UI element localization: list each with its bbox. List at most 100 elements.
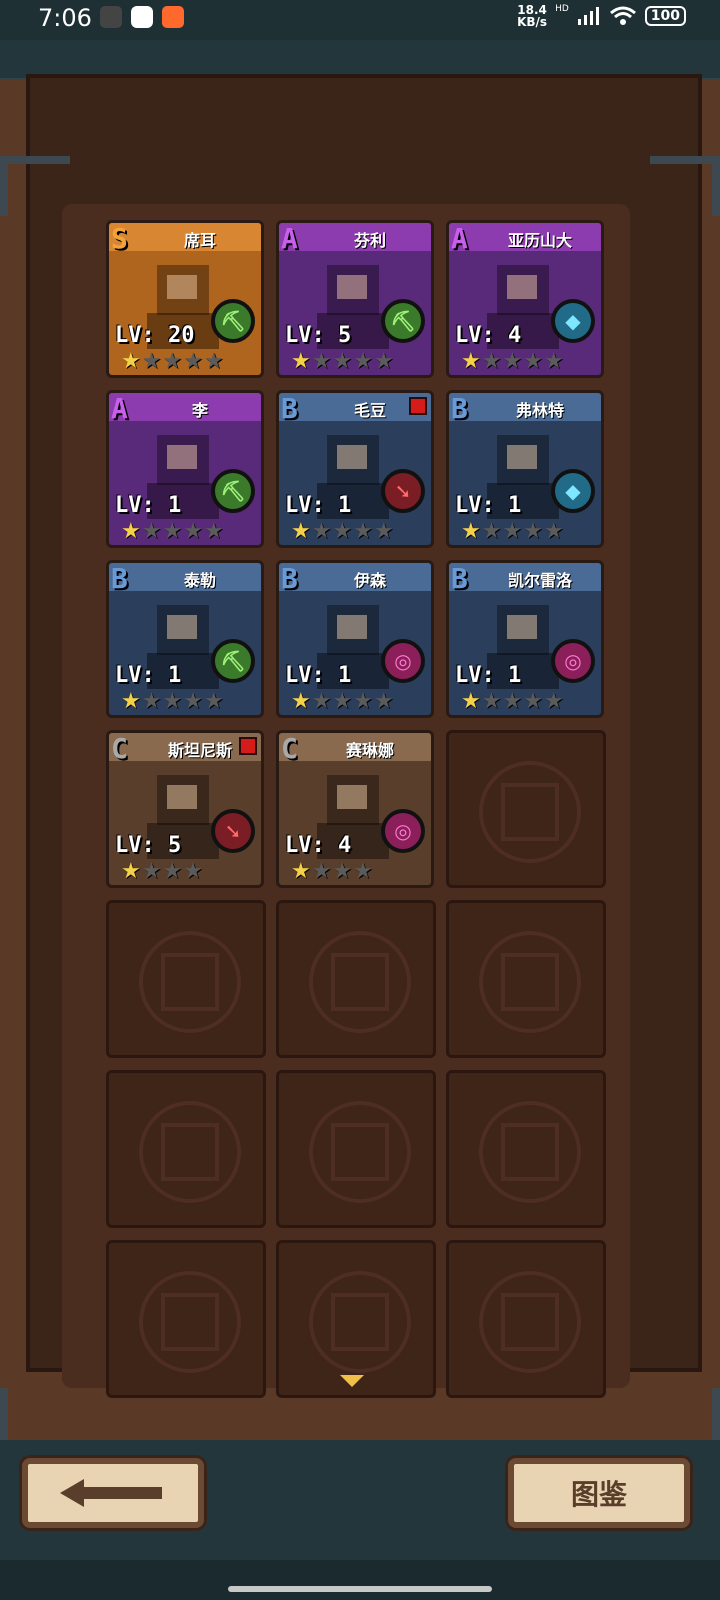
- star-icon: ★: [121, 349, 141, 374]
- hero-card[interactable]: B 泰勒 LV: 1 ⛏ ★ ★ ★ ★ ★: [106, 560, 264, 718]
- hero-role-icon: ◎: [551, 639, 595, 683]
- back-button[interactable]: [22, 1458, 204, 1528]
- hero-stars: ★ ★ ★ ★ ★: [461, 521, 564, 543]
- star-icon: ★: [141, 859, 162, 884]
- star-icon: ★: [353, 859, 373, 884]
- star-icon: ★: [461, 519, 481, 544]
- slot-ornament-inner: [501, 783, 559, 841]
- star-icon: ★: [523, 519, 543, 544]
- hero-card[interactable]: B 弗林特 LV: 1 ◆ ★ ★ ★ ★ ★: [446, 390, 604, 548]
- empty-hero-slot: [446, 900, 606, 1058]
- star-icon: ★: [203, 519, 224, 544]
- hero-role-icon: ⛏: [211, 299, 255, 343]
- hero-stars: ★ ★ ★ ★ ★: [291, 691, 394, 713]
- hero-card[interactable]: A 李 LV: 1 ⛏ ★ ★ ★ ★ ★: [106, 390, 264, 548]
- hero-name: 弗林特: [515, 401, 564, 420]
- star-icon: ★: [291, 519, 311, 544]
- star-icon: ★: [183, 519, 203, 544]
- empty-hero-slot: [276, 900, 436, 1058]
- star-icon: ★: [461, 689, 481, 714]
- home-indicator[interactable]: [228, 1586, 492, 1592]
- empty-hero-slot: [106, 1240, 266, 1398]
- empty-hero-slot: [276, 1070, 436, 1228]
- hero-stars: ★ ★ ★ ★ ★: [461, 691, 564, 713]
- hero-rank-badge: B: [111, 562, 128, 595]
- star-icon: ★: [141, 349, 162, 374]
- star-icon: ★: [353, 349, 373, 374]
- star-icon: ★: [502, 519, 523, 544]
- hero-card[interactable]: B 凯尔雷洛 LV: 1 ◎ ★ ★ ★ ★ ★: [446, 560, 604, 718]
- hero-level: LV: 1: [285, 493, 352, 518]
- hero-stars: ★ ★ ★ ★: [121, 861, 203, 883]
- hero-level: LV: 1: [455, 663, 522, 688]
- hero-rank-badge: C: [111, 732, 128, 765]
- hero-name: 亚历山大: [507, 231, 572, 250]
- hero-card[interactable]: C 赛琳娜 LV: 4 ◎ ★ ★ ★ ★: [276, 730, 434, 888]
- slot-ornament-inner: [501, 1293, 559, 1351]
- status-indicators: 18.4 KB/s HD 100: [517, 4, 686, 28]
- hero-name: 席耳: [183, 231, 216, 250]
- app-notification-icon: [100, 6, 122, 28]
- star-icon: ★: [291, 689, 311, 714]
- star-icon: ★: [481, 349, 502, 374]
- star-icon: ★: [141, 689, 162, 714]
- hero-card[interactable]: S 席耳 LV: 20 ⛏ ★ ★ ★ ★ ★: [106, 220, 264, 378]
- star-icon: ★: [141, 519, 162, 544]
- hero-rank-badge: B: [451, 392, 468, 425]
- scroll-down-arrow-icon[interactable]: [340, 1375, 364, 1387]
- new-badge-icon: [409, 397, 427, 415]
- star-icon: ★: [183, 349, 203, 374]
- star-icon: ★: [332, 349, 353, 374]
- slot-ornament-inner: [331, 1293, 389, 1351]
- new-badge-icon: [239, 737, 257, 755]
- hero-card[interactable]: A 亚历山大 LV: 4 ◆ ★ ★ ★ ★ ★: [446, 220, 604, 378]
- hero-level: LV: 4: [455, 323, 522, 348]
- hero-stars: ★ ★ ★ ★ ★: [461, 351, 564, 373]
- star-icon: ★: [353, 689, 373, 714]
- kuaishou-app-icon: [162, 6, 184, 28]
- signal-icon: [577, 7, 599, 25]
- hero-card[interactable]: B 毛豆 LV: 1 ➘ ★ ★ ★ ★ ★: [276, 390, 434, 548]
- hero-card[interactable]: B 伊森 LV: 1 ◎ ★ ★ ★ ★ ★: [276, 560, 434, 718]
- clock-app-icon: [131, 6, 153, 28]
- star-icon: ★: [311, 519, 332, 544]
- star-icon: ★: [461, 349, 481, 374]
- star-icon: ★: [162, 519, 183, 544]
- hero-rank-badge: A: [451, 222, 468, 255]
- slot-ornament-inner: [501, 953, 559, 1011]
- star-icon: ★: [481, 689, 502, 714]
- star-icon: ★: [311, 689, 332, 714]
- star-icon: ★: [183, 689, 203, 714]
- star-icon: ★: [121, 519, 141, 544]
- star-icon: ★: [373, 349, 394, 374]
- hd-label: HD: [555, 4, 569, 14]
- hero-level: LV: 1: [115, 663, 182, 688]
- hero-role-icon: ◆: [551, 469, 595, 513]
- hero-card[interactable]: A 芬利 LV: 5 ⛏ ★ ★ ★ ★ ★: [276, 220, 434, 378]
- hero-name: 凯尔雷洛: [507, 571, 572, 590]
- codex-button-label: 图鉴: [570, 1478, 627, 1511]
- hero-stars: ★ ★ ★ ★ ★: [291, 521, 394, 543]
- network-speed: 18.4 KB/s: [517, 4, 547, 28]
- star-icon: ★: [502, 349, 523, 374]
- star-icon: ★: [523, 689, 543, 714]
- hero-name: 李: [191, 401, 208, 420]
- slot-ornament-inner: [331, 1123, 389, 1181]
- slot-ornament-inner: [331, 953, 389, 1011]
- star-icon: ★: [332, 519, 353, 544]
- slot-ornament-inner: [161, 1123, 219, 1181]
- hero-role-icon: ⛏: [381, 299, 425, 343]
- star-icon: ★: [332, 859, 353, 884]
- star-icon: ★: [481, 519, 502, 544]
- empty-hero-slot: [106, 900, 266, 1058]
- hero-rank-badge: S: [111, 222, 128, 255]
- hero-card[interactable]: C 斯坦尼斯 LV: 5 ➘ ★ ★ ★ ★: [106, 730, 264, 888]
- hero-rank-badge: B: [451, 562, 468, 595]
- codex-button[interactable]: 图鉴: [508, 1458, 690, 1528]
- hero-stars: ★ ★ ★ ★ ★: [121, 691, 224, 713]
- hero-name: 泰勒: [183, 571, 216, 590]
- empty-hero-slot: [446, 1070, 606, 1228]
- hero-level: LV: 1: [285, 663, 352, 688]
- hero-stars: ★ ★ ★ ★ ★: [121, 351, 224, 373]
- frame-corner-bottom-left: [0, 1388, 70, 1448]
